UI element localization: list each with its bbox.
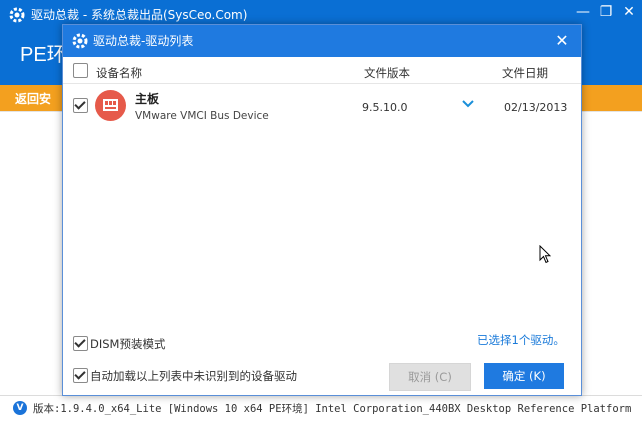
driver-name: 主板 bbox=[135, 92, 160, 106]
main-header-title: PE环 bbox=[20, 44, 67, 66]
back-button[interactable]: 返回安 bbox=[15, 90, 51, 107]
driver-list-dialog: 驱动总裁-驱动列表 ✕ 设备名称 文件版本 文件日期 主板 VMware VMC… bbox=[62, 24, 582, 396]
app-gear-icon bbox=[9, 7, 25, 23]
motherboard-icon bbox=[95, 90, 126, 121]
app-gear-icon bbox=[72, 33, 88, 49]
main-close-button[interactable]: ✕ bbox=[618, 2, 640, 22]
mouse-cursor-icon bbox=[539, 245, 551, 264]
status-bar: V 版本:1.9.4.0_x64_Lite [Windows 10 x64 PE… bbox=[0, 395, 642, 421]
main-window-title: 驱动总裁 - 系统总裁出品(SysCeo.Com) bbox=[31, 8, 248, 22]
select-all-checkbox[interactable] bbox=[73, 63, 88, 78]
column-file-date[interactable]: 文件日期 bbox=[502, 65, 548, 81]
column-file-version[interactable]: 文件版本 bbox=[364, 65, 410, 81]
chevron-down-icon[interactable] bbox=[461, 98, 475, 110]
selected-count: 已选择1个驱动。 bbox=[477, 333, 565, 347]
column-device-name[interactable]: 设备名称 bbox=[96, 65, 142, 81]
driver-row-checkbox[interactable] bbox=[73, 98, 88, 113]
list-header: 设备名称 文件版本 文件日期 bbox=[63, 57, 581, 84]
driver-row[interactable]: 主板 VMware VMCI Bus Device 9.5.10.0 02/13… bbox=[63, 84, 581, 127]
dialog-titlebar[interactable]: 驱动总裁-驱动列表 ✕ bbox=[63, 25, 581, 57]
driver-version: 9.5.10.0 bbox=[362, 101, 408, 114]
minimize-button[interactable]: — bbox=[572, 2, 594, 22]
autoload-checkbox[interactable] bbox=[73, 368, 88, 383]
dism-label[interactable]: DISM预装模式 bbox=[90, 336, 165, 352]
driver-date: 02/13/2013 bbox=[504, 101, 568, 114]
dialog-title: 驱动总裁-驱动列表 bbox=[93, 34, 194, 48]
autoload-label[interactable]: 自动加载以上列表中未识别到的设备驱动 bbox=[90, 368, 297, 384]
restore-button[interactable]: ❐ bbox=[595, 2, 617, 22]
version-text: 版本:1.9.4.0_x64_Lite [Windows 10 x64 PE环境… bbox=[33, 403, 632, 415]
cancel-button[interactable]: 取消 (C) bbox=[389, 363, 471, 391]
ok-button[interactable]: 确定 (K) bbox=[484, 363, 564, 389]
version-icon: V bbox=[13, 401, 27, 415]
dialog-close-button[interactable]: ✕ bbox=[551, 31, 573, 51]
driver-description: VMware VMCI Bus Device bbox=[135, 110, 269, 122]
dism-checkbox[interactable] bbox=[73, 336, 88, 351]
